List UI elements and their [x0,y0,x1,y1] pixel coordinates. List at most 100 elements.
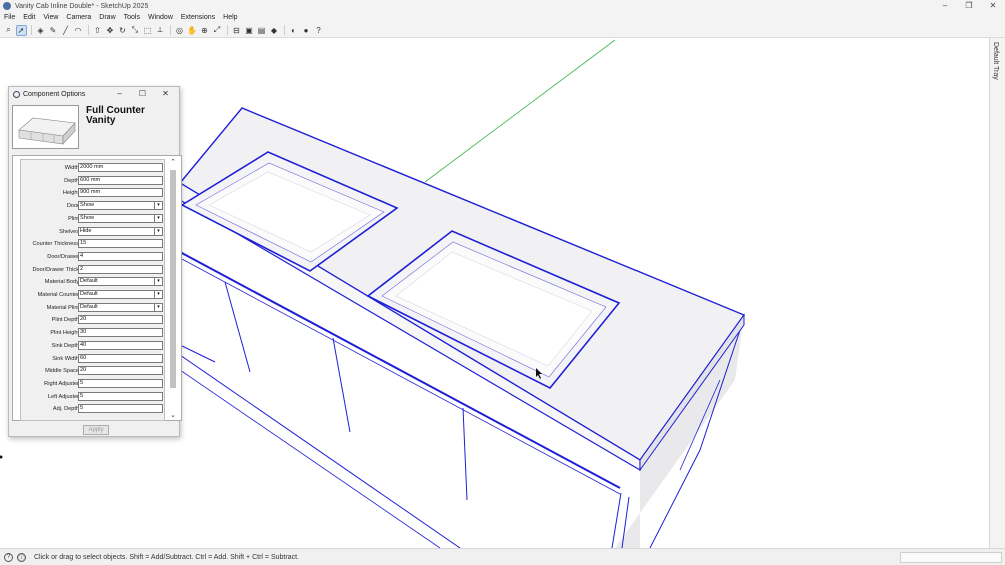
menu-extensions[interactable]: Extensions [177,14,219,21]
parameter-input[interactable]: 20 [78,366,163,376]
parameter-row: Door Show ▾ [21,201,164,211]
parameter-value: 5 [80,392,84,399]
parameter-input[interactable]: 30 [78,328,163,338]
parameters-scrollbar[interactable]: ⌃ ⌄ [168,158,178,420]
parameter-value: 20 [80,367,87,374]
parameter-row: Door/Drawer 4 [21,251,164,262]
apply-button[interactable]: Apply [83,425,109,435]
help-icon[interactable]: ? [4,552,13,562]
component-icon[interactable]: ▣ [244,25,255,36]
paint-icon[interactable]: ✎ [48,25,59,36]
rotate-icon[interactable]: ↻ [117,25,128,36]
move-icon[interactable]: ✥ [105,25,116,36]
minimize-button[interactable]: – [933,0,957,12]
parameter-value: 5 [80,379,84,386]
tape-icon[interactable]: ⟂ [155,25,166,36]
section-icon[interactable]: ⊟ [231,25,242,36]
scroll-down-icon[interactable]: ⌄ [168,411,178,420]
parameter-value: Default [80,291,98,297]
parameter-value: Show [80,214,94,221]
parameter-value: 15 [80,240,87,247]
measurements-box[interactable] [900,552,1002,563]
dialog-maximize-button[interactable]: ☐ [131,87,154,101]
pan-icon[interactable]: ✋ [187,25,198,36]
menu-camera[interactable]: Camera [62,14,95,21]
parameter-input[interactable]: 5 [78,378,163,388]
parameter-row: Sink Depth 40 [21,340,164,351]
menu-file[interactable]: File [0,14,19,21]
parameter-input[interactable]: 2000 mm [78,163,163,172]
zoom-extents-icon[interactable]: ⤢ [212,25,223,36]
component-thumbnail [12,105,79,149]
scroll-thumb[interactable] [170,170,176,388]
menu-help[interactable]: Help [219,14,241,21]
chevron-down-icon[interactable]: ▾ [154,227,162,235]
chevron-down-icon[interactable]: ▾ [154,214,162,222]
menu-window[interactable]: Window [144,14,177,21]
parameter-input[interactable]: 60 [78,353,163,363]
scroll-up-icon[interactable]: ⌃ [168,158,178,167]
parameter-row: Shelves Hide ▾ [21,226,164,237]
parameter-input[interactable]: 900 mm [78,188,163,198]
chevron-down-icon[interactable]: ▾ [154,278,162,286]
parameter-input[interactable]: 4 [78,251,163,261]
default-tray-tab[interactable]: Default Tray [989,38,1005,548]
parameter-row: Plint Show ▾ [21,213,164,224]
parameter-input[interactable]: 40 [78,340,163,350]
dialog-minimize-button[interactable]: – [108,87,131,101]
parameter-input[interactable]: 20 [78,315,163,325]
menu-view[interactable]: View [39,14,62,21]
group-icon[interactable]: ▤ [256,25,267,36]
scale-icon[interactable]: ⤡ [130,25,141,36]
dialog-titlebar[interactable]: Component Options – ☐ ✕ [9,87,179,101]
parameter-row: Adj. Depth 5 [21,404,164,414]
parameter-row: Middle Space 20 [21,366,164,376]
parameter-dropdown[interactable]: Default ▾ [78,290,163,299]
parameter-label: Plint Depth [51,317,79,324]
parameter-label: Counter Thickness [32,241,79,248]
chevron-down-icon[interactable]: ▾ [154,291,162,298]
parameter-dropdown[interactable]: Default ▾ [78,302,163,312]
eraser-icon[interactable]: ◈ [35,25,46,36]
restore-button[interactable]: ❐ [957,0,981,12]
toolbar-separator [284,25,285,35]
main-toolbar: ⌕ ➚ ◈ ✎ ╱ ◠ ⇧ ✥ ↻ ⤡ ⬚ ⟂ ◎ ✋ ⊕ ⤢ ⊟ ▣ ▤ ◆ ◐ ●? [0,23,1005,38]
parameter-input[interactable]: 600 mm [78,175,163,185]
parameter-label: Material Counter [37,292,79,298]
arc-icon[interactable]: ◠ [73,25,84,36]
parameter-label: Material Body [44,279,79,286]
tag-icon[interactable]: ◆ [269,25,280,36]
select-arrow-icon[interactable]: ➚ [15,24,27,36]
parameter-row: Material Body Default ▾ [21,277,164,287]
parameter-value: 20 [80,316,87,323]
zoom-icon[interactable]: ⊕ [199,25,210,36]
chevron-down-icon[interactable]: ▾ [154,202,162,210]
search-icon[interactable]: ⌕ [3,25,14,36]
push-pull-icon[interactable]: ⇧ [92,25,103,36]
parameter-row: Door/Drawer Thick 2 [21,264,164,275]
parameter-dropdown[interactable]: Hide ▾ [78,226,163,236]
parameter-input[interactable]: 15 [78,239,163,249]
parameter-row: Plint Height 30 [21,328,164,338]
chevron-down-icon[interactable]: ▾ [154,303,162,311]
menu-tools[interactable]: Tools [120,14,144,21]
close-button[interactable]: ✕ [981,0,1005,12]
line-icon[interactable]: ╱ [60,25,71,36]
info-icon[interactable]: ⓘ [17,552,26,562]
parameter-dropdown[interactable]: Show ▾ [78,213,163,223]
dialog-close-button[interactable]: ✕ [154,87,177,101]
menu-draw[interactable]: Draw [95,14,119,21]
parameter-dropdown[interactable]: Show ▾ [78,201,163,211]
style-icon[interactable]: ◐ [288,25,299,36]
parameter-input[interactable]: 2 [78,264,163,274]
help-icon[interactable]: ? [313,25,324,36]
menu-edit[interactable]: Edit [19,14,39,21]
orbit-icon[interactable]: ◎ [174,25,185,36]
toolbar-separator [227,25,228,35]
offset-icon[interactable]: ⬚ [142,25,153,36]
parameter-dropdown[interactable]: Default ▾ [78,277,163,287]
shadow-icon[interactable]: ● [301,25,312,36]
toolbar-separator [88,25,89,35]
parameter-input[interactable]: 5 [78,404,163,414]
parameter-input[interactable]: 5 [78,391,163,401]
